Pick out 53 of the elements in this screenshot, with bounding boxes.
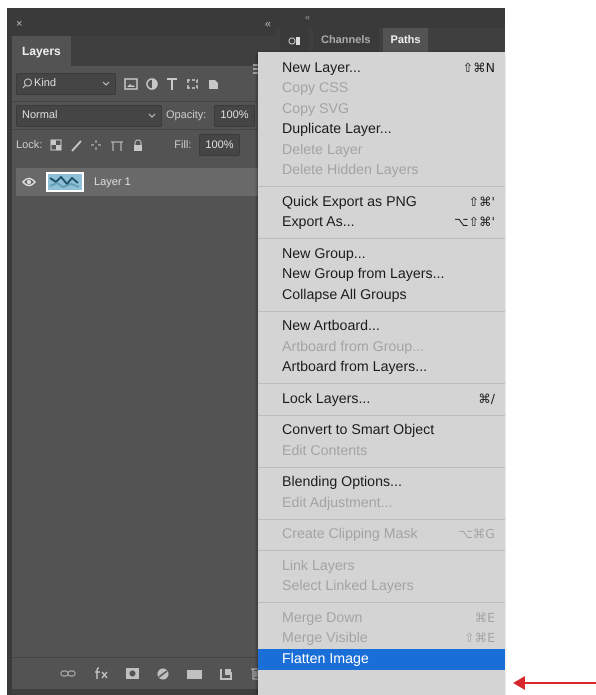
close-button[interactable]: × — [16, 16, 22, 32]
shortcut-label: ⇧⌘N — [462, 58, 495, 77]
link-icon[interactable] — [60, 668, 76, 679]
menu-item[interactable]: Lock Layers... ⌘/ — [258, 389, 505, 410]
menu-item[interactable]: New Artboard... — [258, 316, 505, 337]
menu-item[interactable]: Artboard from Layers... — [258, 358, 505, 378]
panel-tab[interactable]: Layers — [12, 36, 71, 66]
half-circle-icon[interactable] — [146, 78, 158, 90]
new-layer-icon[interactable] — [220, 668, 232, 680]
lock-label: Lock: — [16, 138, 42, 153]
menu-item[interactable]: Collapse All Groups — [258, 285, 505, 306]
checker-icon[interactable] — [50, 139, 62, 151]
layer-name: Layer 1 — [94, 174, 131, 190]
filter-dropdown[interactable]: Kind — [16, 72, 116, 94]
fx-icon[interactable] — [94, 667, 108, 680]
fill-field[interactable]: 100% — [199, 134, 240, 156]
blend-mode-dropdown[interactable]: Normal — [16, 104, 162, 126]
brush-icon[interactable] — [70, 138, 82, 152]
panel-tab[interactable]: Channels — [313, 28, 379, 52]
layer-thumbnail-icon — [46, 172, 84, 192]
menu-item[interactable]: Export As... ⌥⇧⌘' — [258, 212, 505, 233]
lock-icon[interactable] — [132, 138, 144, 152]
folder-icon[interactable] — [187, 668, 202, 680]
fill-label: Fill: — [174, 138, 192, 153]
menu-item[interactable]: Duplicate Layer... — [258, 120, 505, 140]
artboard-icon[interactable] — [110, 138, 124, 152]
menu-item[interactable]: Blending Options... — [258, 472, 505, 493]
caret-icon — [148, 112, 156, 119]
shortcut-label: ⌘/ — [478, 390, 495, 408]
collapse-button[interactable]: « — [264, 16, 271, 32]
menu-item[interactable]: New Group... — [258, 244, 505, 264]
shape-icon[interactable] — [186, 78, 199, 90]
eye-icon[interactable] — [22, 176, 36, 188]
collapse-button[interactable]: « — [275, 8, 505, 28]
text-icon[interactable] — [166, 78, 178, 90]
search-icon — [22, 78, 32, 89]
opacity-field[interactable]: 100% — [214, 104, 254, 126]
menu-item[interactable]: Convert to Smart Object — [258, 420, 505, 441]
move-icon[interactable] — [90, 139, 102, 151]
menu-item[interactable]: Flatten Image — [258, 649, 505, 670]
shortcut-label: ⇧⌘' — [468, 192, 495, 211]
menu-item[interactable]: New Group from Layers... — [258, 264, 505, 285]
menu-item[interactable]: New Layer... ⇧⌘N — [258, 58, 505, 78]
document-icon[interactable] — [207, 77, 219, 90]
paths-icon — [288, 34, 301, 46]
opacity-label: Opacity: — [166, 108, 206, 124]
panel-tab[interactable]: Paths — [382, 28, 428, 52]
panel-tab[interactable] — [280, 28, 309, 52]
mask-icon[interactable] — [126, 668, 139, 679]
image-icon[interactable] — [124, 78, 138, 90]
caret-icon — [102, 80, 110, 87]
shortcut-label: ⌥⇧⌘' — [454, 213, 495, 232]
adjustment-icon[interactable] — [157, 668, 169, 680]
